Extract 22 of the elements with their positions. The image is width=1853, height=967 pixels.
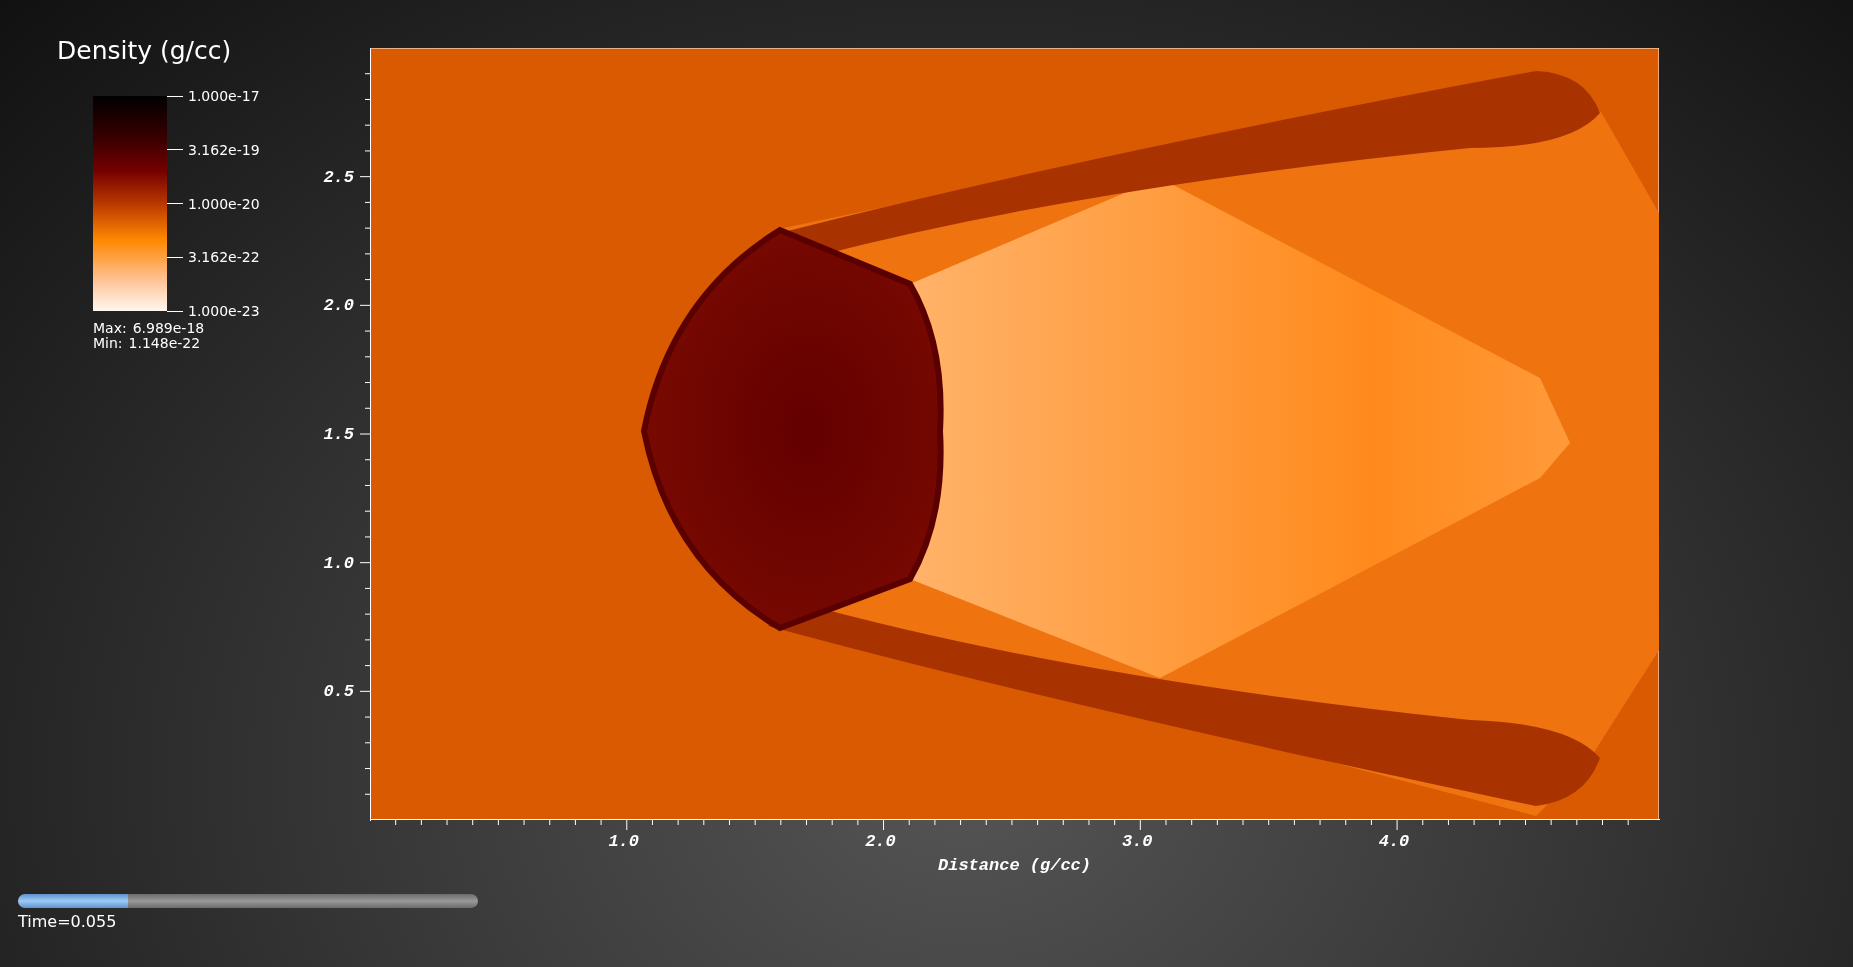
- axis-tick-label: 4.0: [1378, 832, 1410, 851]
- axis-tick-label: 2.0: [865, 832, 896, 851]
- scale-label: 1.000e-17: [188, 88, 260, 104]
- scale-label: 3.162e-19: [188, 141, 260, 158]
- stat-value: 6.989e-18: [132, 321, 205, 336]
- stat-value: 1.148e-22: [128, 336, 201, 351]
- legend-title: Density (g/cc): [57, 36, 233, 66]
- time-label: Time=0.055: [18, 912, 118, 931]
- stat-label: Max:: [93, 321, 127, 336]
- axis-tick-label: 2.0: [323, 295, 354, 315]
- scale-label: 1.000e-20: [188, 195, 260, 212]
- axis-tick-label: 0.5: [323, 681, 354, 701]
- axis-tick-label: 1.5: [323, 424, 354, 444]
- axis-tick-label: 2.5: [323, 167, 354, 187]
- axis-tick-label: 3.0: [1121, 832, 1153, 851]
- axis-tick-label: 1.0: [323, 553, 354, 573]
- axis-title: Distance (g/cc): [938, 856, 1091, 875]
- time-slider[interactable]: [18, 894, 478, 908]
- axis-tick-label: 1.0: [608, 832, 639, 851]
- scale-label: 1.000e-23: [188, 303, 260, 319]
- stat-label: Min:: [93, 336, 123, 351]
- scale-label: 3.162e-22: [188, 249, 260, 266]
